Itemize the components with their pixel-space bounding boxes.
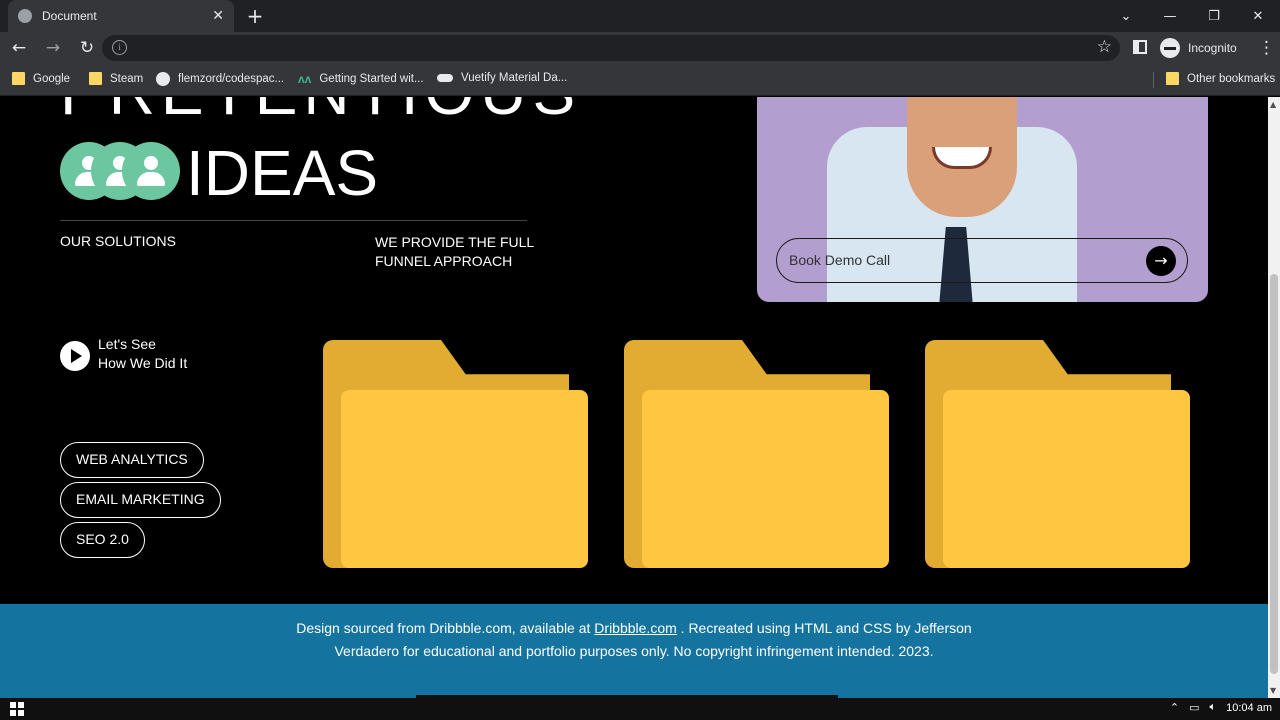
- taskbar: ⌃ ▭ 🔈︎ 10:04 am: [0, 698, 1280, 720]
- service-seo[interactable]: SEO 2.0: [60, 522, 145, 558]
- github-icon: [156, 72, 170, 86]
- divider: [60, 220, 527, 221]
- address-bar[interactable]: i ☆: [102, 35, 1120, 61]
- incognito-icon: [1160, 38, 1180, 58]
- video-link-line2: How We Did It: [98, 355, 188, 371]
- video-link-line1: Let's See: [98, 336, 156, 352]
- network-icon[interactable]: ▭: [1189, 701, 1199, 714]
- hero-heading-top: PRETENTIOUS: [60, 97, 581, 129]
- folder-front: [943, 390, 1190, 568]
- footer-credits: Design sourced from Dribbble.com, availa…: [290, 617, 978, 662]
- hero-heading-ideas: IDEAS: [186, 137, 379, 209]
- windows-start-icon[interactable]: [10, 702, 24, 716]
- m-logo-icon: ʌʌ: [298, 72, 312, 86]
- service-email-marketing[interactable]: EMAIL MARKETING: [60, 482, 221, 518]
- reload-icon[interactable]: ↻: [72, 38, 102, 58]
- side-panel-icon[interactable]: [1133, 40, 1147, 54]
- page-viewport: PRETENTIOUS IDEAS OUR SOLUTIONS WE PROVI…: [0, 97, 1268, 698]
- globe-icon: [18, 9, 32, 23]
- vuetify-icon: [437, 74, 453, 82]
- browser-tab[interactable]: Document ✕: [8, 0, 234, 32]
- bookmarks-bar: Google Steam flemzord/codespac... ʌʌ Get…: [0, 64, 1280, 96]
- avatar-group: [60, 142, 182, 202]
- site-info-icon[interactable]: i: [112, 40, 127, 55]
- browser-menu-icon[interactable]: ⋮: [1258, 38, 1275, 58]
- minimize-button[interactable]: —: [1148, 9, 1192, 24]
- video-link[interactable]: Let's See How We Did It: [98, 335, 187, 373]
- hero-image-card: Book Demo Call →: [757, 97, 1208, 302]
- browser-toolbar: ← → ↻ i ☆: [0, 32, 1280, 64]
- scroll-up-icon[interactable]: ▲: [1270, 100, 1276, 109]
- funnel-text: WE PROVIDE THE FULL FUNNEL APPROACH: [375, 234, 534, 269]
- folder-card[interactable]: [624, 340, 889, 568]
- service-web-analytics[interactable]: WEB ANALYTICS: [60, 442, 204, 478]
- book-demo-field[interactable]: Book Demo Call →: [776, 238, 1188, 283]
- bookmark-label: flemzord/codespac...: [178, 73, 285, 85]
- scroll-thumb[interactable]: [1270, 274, 1278, 674]
- folder-icon: [12, 72, 25, 85]
- footer: Design sourced from Dribbble.com, availa…: [0, 604, 1268, 698]
- page-scrollbar[interactable]: ▲ ▼: [1268, 97, 1280, 698]
- browser-tab-bar: Document ✕ + ⌄ — ❐ ✕: [0, 0, 1280, 32]
- new-tab-button[interactable]: +: [244, 4, 266, 28]
- close-window-button[interactable]: ✕: [1236, 9, 1280, 24]
- clock[interactable]: 10:04 am: [1226, 702, 1272, 714]
- restore-button[interactable]: ❐: [1192, 9, 1236, 24]
- folder-icon: [89, 72, 102, 85]
- bookmark-label: Other bookmarks: [1187, 72, 1276, 85]
- folder-front: [341, 390, 588, 568]
- incognito-label: Incognito: [1188, 41, 1237, 55]
- bookmark-steam[interactable]: Steam: [89, 72, 143, 85]
- forward-icon[interactable]: →: [38, 38, 68, 58]
- bookmark-label: Steam: [110, 72, 144, 85]
- bookmark-label: Vuetify Material Da...: [461, 72, 568, 84]
- bookmark-star-icon[interactable]: ☆: [1097, 37, 1112, 57]
- book-demo-label: Book Demo Call: [789, 252, 891, 268]
- bookmark-google[interactable]: Google: [12, 72, 70, 85]
- arrow-right-icon[interactable]: →: [1146, 246, 1176, 276]
- system-tray: ⌃ ▭ 🔈︎ 10:04 am: [1170, 701, 1272, 714]
- solutions-label: OUR SOLUTIONS: [60, 233, 176, 249]
- bookmark-label: Getting Started wit...: [319, 73, 424, 85]
- folder-front: [642, 390, 889, 568]
- folder-card[interactable]: [925, 340, 1190, 568]
- chevron-up-icon[interactable]: ⌃: [1170, 701, 1179, 714]
- bookmark-github[interactable]: flemzord/codespac...: [156, 72, 284, 86]
- folder-icon: [1166, 72, 1179, 85]
- bookmarks-divider: [1153, 72, 1154, 88]
- back-icon[interactable]: ←: [4, 38, 34, 58]
- dribbble-link[interactable]: Dribbble.com: [594, 620, 676, 636]
- tab-search-icon[interactable]: ⌄: [1104, 9, 1148, 24]
- tab-close-icon[interactable]: ✕: [212, 8, 224, 24]
- tab-title: Document: [42, 9, 97, 23]
- bookmark-label: Google: [33, 72, 71, 85]
- window-controls: ⌄ — ❐ ✕: [1104, 0, 1280, 32]
- folder-card[interactable]: [323, 340, 588, 568]
- bookmark-getting-started[interactable]: ʌʌ Getting Started wit...: [298, 72, 424, 86]
- scroll-down-icon[interactable]: ▼: [1270, 686, 1276, 695]
- incognito-indicator[interactable]: Incognito: [1160, 38, 1237, 58]
- user-icon: [122, 142, 180, 200]
- bookmark-other[interactable]: Other bookmarks: [1166, 72, 1275, 85]
- footer-text-before: Design sourced from Dribbble.com, availa…: [296, 620, 595, 636]
- bookmark-vuetify[interactable]: Vuetify Material Da...: [437, 72, 567, 84]
- play-icon[interactable]: [60, 341, 90, 371]
- speaker-icon[interactable]: 🔈︎: [1210, 701, 1217, 714]
